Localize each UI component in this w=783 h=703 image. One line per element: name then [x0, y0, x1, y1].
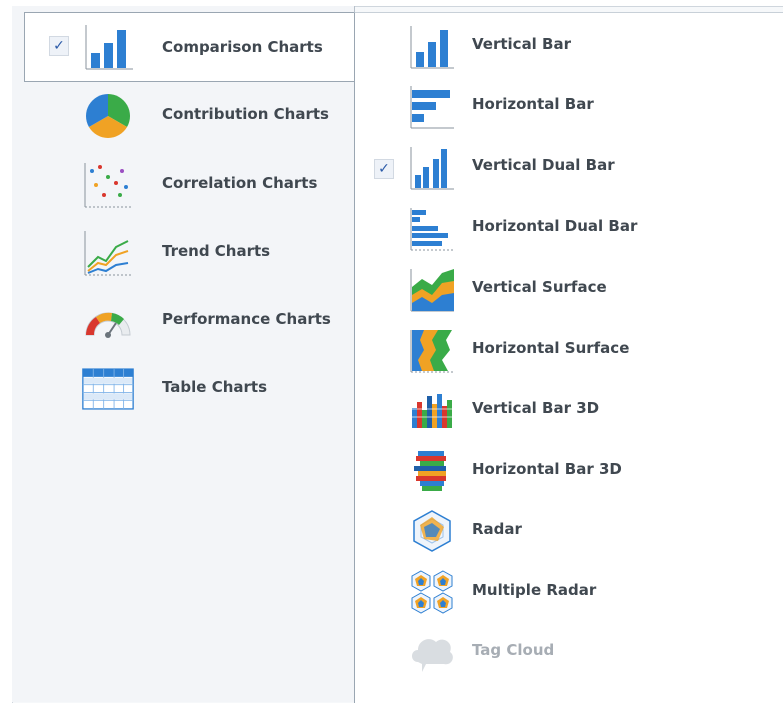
category-label: Comparison Charts	[162, 38, 323, 56]
vertical-bar-3d-icon	[408, 386, 456, 434]
vertical-dual-bar-icon	[408, 143, 456, 191]
category-item-performance[interactable]: Performance Charts	[12, 288, 354, 354]
chart-type-label: Vertical Bar 3D	[472, 399, 600, 417]
category-label: Table Charts	[162, 378, 267, 396]
category-item-correlation[interactable]: Correlation Charts	[12, 152, 354, 218]
chart-type-horizontal-surface[interactable]: Horizontal Surface	[354, 320, 783, 380]
chart-type-vertical-surface[interactable]: Vertical Surface	[354, 259, 783, 319]
category-label: Performance Charts	[162, 310, 331, 328]
horizontal-surface-icon	[408, 326, 456, 374]
chart-type-label: Vertical Bar	[472, 35, 572, 53]
chart-type-vertical-bar[interactable]: Vertical Bar	[354, 16, 783, 76]
table-chart-icon	[82, 363, 134, 415]
chart-type-multiple-radar[interactable]: Multiple Radar	[354, 562, 783, 622]
line-chart-icon	[82, 227, 134, 279]
chart-type-label: Horizontal Bar 3D	[472, 460, 622, 478]
bar-chart-icon	[83, 21, 135, 73]
category-item-trend[interactable]: Trend Charts	[12, 220, 354, 286]
multiple-radar-icon	[408, 568, 456, 616]
gauge-chart-icon	[82, 295, 134, 347]
chart-type-label: Horizontal Surface	[472, 339, 630, 357]
check-icon[interactable]: ✓	[49, 36, 69, 56]
chart-type-label: Vertical Dual Bar	[472, 156, 615, 174]
chart-type-label: Horizontal Dual Bar	[472, 217, 638, 235]
category-item-contribution[interactable]: Contribution Charts	[12, 83, 354, 149]
chart-type-picker: ✓ Comparison Charts Contribution Charts	[0, 0, 783, 703]
scatter-chart-icon	[82, 159, 134, 211]
horizontal-dual-bar-icon	[408, 204, 456, 252]
chart-type-horizontal-bar[interactable]: Horizontal Bar	[354, 76, 783, 136]
chart-type-label: Radar	[472, 520, 522, 538]
category-label: Correlation Charts	[162, 174, 318, 192]
tag-cloud-icon	[408, 628, 456, 676]
vertical-surface-icon	[408, 265, 456, 313]
chart-type-vertical-bar-3d[interactable]: Vertical Bar 3D	[354, 380, 783, 440]
chart-type-label: Horizontal Bar	[472, 95, 594, 113]
category-label: Trend Charts	[162, 242, 271, 260]
category-item-comparison[interactable]: ✓ Comparison Charts	[24, 12, 354, 82]
chart-type-horizontal-bar-3d[interactable]: Horizontal Bar 3D	[354, 441, 783, 501]
chart-type-tag-cloud: Tag Cloud	[354, 622, 783, 682]
horizontal-bar-3d-icon	[408, 447, 456, 495]
category-label: Contribution Charts	[162, 105, 329, 123]
horizontal-bar-icon	[408, 82, 456, 130]
vertical-bar-icon	[408, 22, 456, 70]
chart-type-label: Vertical Surface	[472, 278, 607, 296]
chart-type-label: Multiple Radar	[472, 581, 597, 599]
category-item-table[interactable]: Table Charts	[12, 356, 354, 422]
radar-icon	[408, 507, 456, 555]
chart-type-radar[interactable]: Radar	[354, 501, 783, 561]
check-icon[interactable]: ✓	[374, 159, 394, 179]
chart-type-horizontal-dual-bar[interactable]: Horizontal Dual Bar	[354, 198, 783, 258]
pie-chart-icon	[82, 90, 134, 142]
chart-type-vertical-dual-bar[interactable]: ✓ Vertical Dual Bar	[354, 137, 783, 197]
chart-type-label: Tag Cloud	[472, 641, 555, 659]
